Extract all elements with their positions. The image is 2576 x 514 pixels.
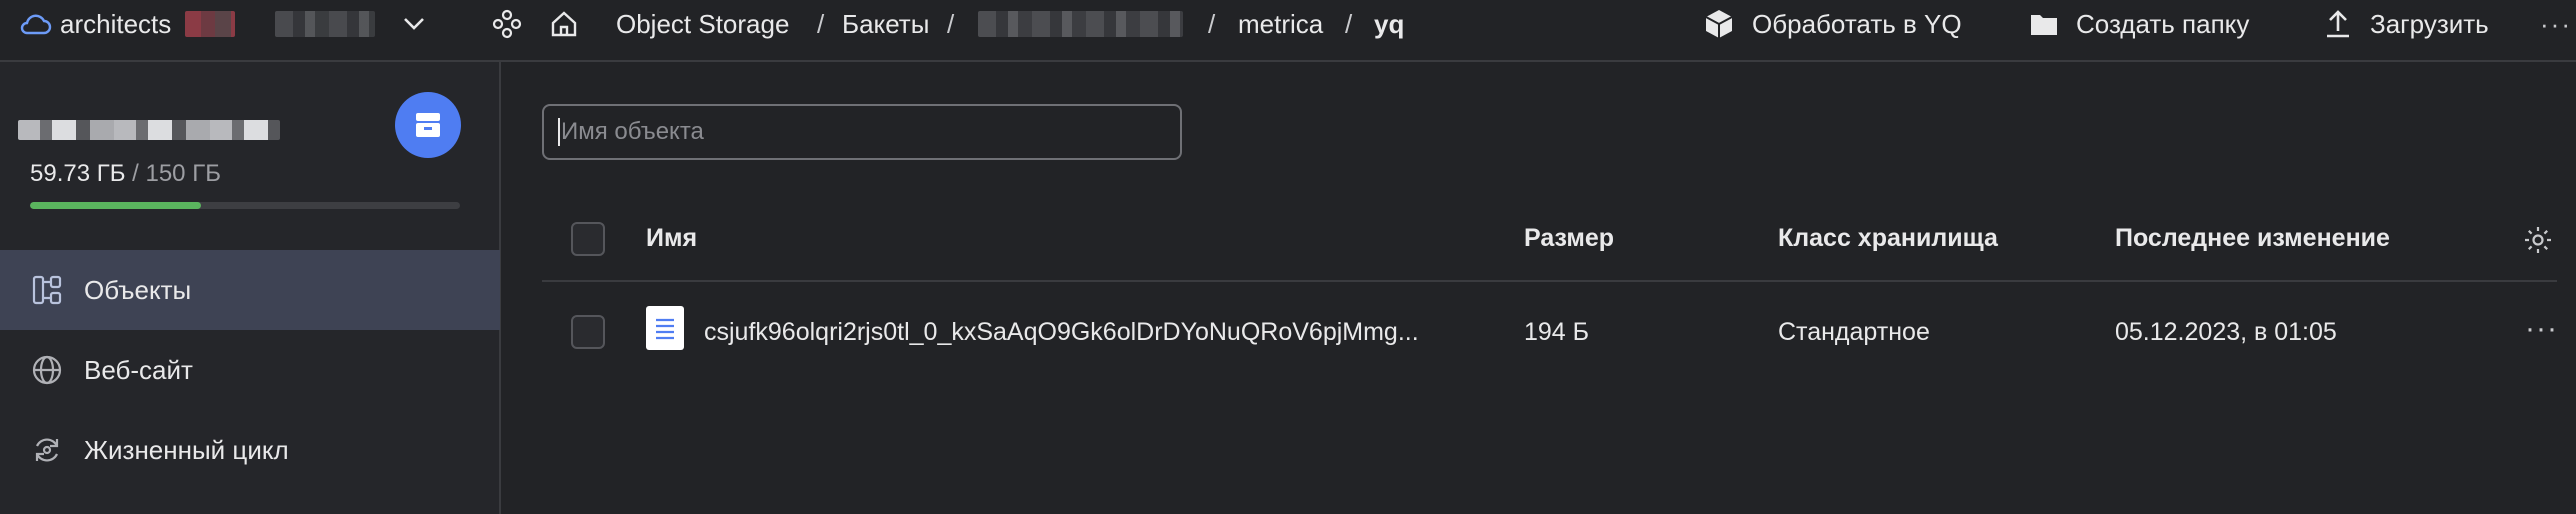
create-folder-button[interactable]: Создать папку: [2028, 0, 2249, 48]
column-header-name[interactable]: Имя: [646, 224, 697, 253]
table-header-divider: [542, 280, 2557, 282]
object-name-link[interactable]: csjufk96olqri2rjs0tl_0_kxSaAqO9Gk6olDrDY…: [704, 318, 1419, 347]
storage-usage: 59.73 ГБ / 150 ГБ: [30, 160, 221, 188]
column-header-modified[interactable]: Последнее изменение: [2115, 224, 2390, 253]
object-size: 194 Б: [1524, 318, 1590, 346]
objects-icon: [30, 273, 64, 307]
breadcrumb-separator: /: [1345, 8, 1353, 39]
object-storage-class: Стандартное: [1778, 318, 1930, 346]
home-icon[interactable]: [547, 0, 581, 48]
column-header-size[interactable]: Размер: [1524, 224, 1614, 253]
nav-item-objects[interactable]: Объекты: [0, 250, 500, 330]
bucket-settings-button[interactable]: [395, 92, 461, 158]
storage-used: 59.73 ГБ: [30, 160, 126, 187]
breadcrumb-separator: /: [1208, 8, 1216, 39]
process-yq-label: Обработать в YQ: [1752, 8, 1962, 39]
folder-name-redacted: [185, 11, 236, 37]
row-checkbox[interactable]: [571, 315, 605, 349]
column-settings-gear-icon[interactable]: [2522, 224, 2554, 256]
upload-label: Загрузить: [2370, 8, 2489, 39]
nav-item-website[interactable]: Веб-сайт: [0, 330, 500, 410]
storage-progress-bar: [30, 202, 460, 209]
file-icon: [646, 306, 684, 350]
breadcrumb-separator: /: [817, 8, 825, 39]
nav-item-label: Объекты: [84, 274, 192, 305]
breadcrumb-current: yq: [1374, 8, 1405, 39]
folder-icon: [2028, 8, 2060, 40]
create-folder-label: Создать папку: [2076, 8, 2250, 39]
upload-button[interactable]: Загрузить: [2322, 0, 2489, 48]
folder-id-redacted: [275, 11, 376, 37]
column-header-storage-class[interactable]: Класс хранилища: [1778, 224, 1998, 253]
object-modified: 05.12.2023, в 01:05: [2115, 318, 2337, 346]
nav-item-label: Жизненный цикл: [84, 434, 289, 465]
cloud-name: architects: [60, 8, 172, 39]
breadcrumb-separator: /: [947, 8, 955, 39]
cloud-icon: [18, 7, 52, 41]
nav-item-lifecycle[interactable]: Жизненный цикл: [0, 410, 500, 490]
services-icon[interactable]: [490, 0, 524, 48]
lifecycle-icon: [30, 433, 64, 467]
storage-icon: [412, 109, 444, 141]
select-all-checkbox[interactable]: [571, 222, 605, 256]
breadcrumb-object-storage[interactable]: Object Storage: [616, 0, 789, 48]
cloud-selector[interactable]: architects: [18, 0, 427, 48]
sidebar: 59.73 ГБ / 150 ГБ Объекты Веб-сайт Жизне…: [0, 62, 501, 514]
object-search-input[interactable]: Имя объекта: [542, 104, 1182, 160]
cube-icon: [1702, 7, 1736, 41]
upload-icon: [2322, 8, 2354, 40]
more-icon[interactable]: ···: [2540, 0, 2572, 48]
storage-total: / 150 ГБ: [125, 160, 221, 187]
row-actions-menu-icon[interactable]: ···: [2525, 312, 2558, 346]
storage-progress-fill: [30, 202, 202, 209]
chevron-down-icon[interactable]: [401, 11, 427, 37]
search-placeholder: Имя объекта: [561, 118, 704, 145]
globe-icon: [30, 353, 64, 387]
breadcrumb-buckets[interactable]: Бакеты: [842, 0, 929, 48]
nav-item-label: Веб-сайт: [84, 354, 193, 385]
bucket-name-redacted: [18, 120, 280, 140]
row-divider: [542, 372, 2557, 374]
breadcrumb-metrica[interactable]: metrica: [1238, 0, 1323, 48]
process-yq-button[interactable]: Обработать в YQ: [1702, 0, 1962, 48]
breadcrumb-bucket-redacted[interactable]: [978, 0, 1183, 48]
top-bar: architects Object Storage / Бакеты / / m…: [0, 0, 2576, 62]
